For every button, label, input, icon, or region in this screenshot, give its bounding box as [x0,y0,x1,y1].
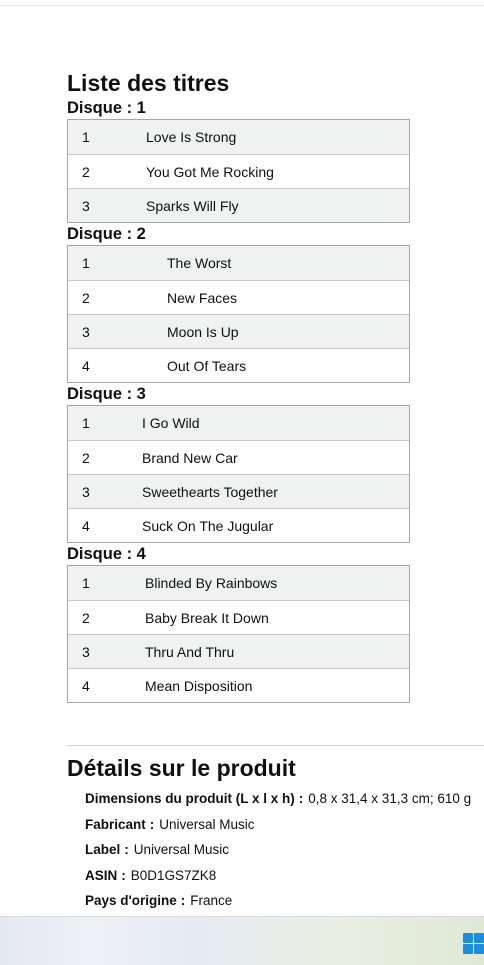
detail-label: ASIN [85,867,118,883]
product-details-section: Détails sur le produit Dimensions du pro… [67,754,484,914]
track-table: 1 The Worst 2 New Faces 3 Moon Is Up 4 O… [67,245,410,383]
disc-1: Disque : 1 1 Love Is Strong 2 You Got Me… [67,97,484,223]
track-table: 1 Love Is Strong 2 You Got Me Rocking 3 … [67,119,410,223]
track-row: 4 Mean Disposition [68,668,409,702]
detail-separator: : [298,791,304,806]
track-row: 1 Blinded By Rainbows [68,566,409,600]
track-number: 4 [82,357,90,374]
detail-separator: : [124,842,129,857]
track-row: 2 New Faces [68,280,409,314]
track-title: Moon Is Up [167,323,239,340]
track-row: 1 Love Is Strong [68,120,409,154]
detail-value: France [190,893,233,908]
track-number: 4 [82,677,90,694]
track-number: 2 [82,289,90,306]
disc-title: Disque : 4 [67,545,146,563]
track-row: 3 Thru And Thru [68,634,409,668]
tracklist-title: Liste des titres [67,70,230,96]
detail-label: Pays d'origine [85,893,177,908]
detail-country: Pays d'origine: France [85,888,484,914]
disc-title: Disque : 3 [67,385,146,403]
track-number: 2 [82,449,90,466]
track-title: Suck On The Jugular [142,517,274,534]
track-title: Sparks Will Fly [146,197,239,214]
detail-label: Dimensions du produit (L x l x h) [85,791,295,806]
track-number: 3 [82,643,90,660]
track-row: 2 Brand New Car [68,440,409,474]
track-title: Thru And Thru [145,643,235,660]
detail-dimensions: Dimensions du produit (L x l x h):0,8 x … [85,786,484,812]
detail-value: Universal Music [159,816,255,832]
detail-asin: ASIN: B0D1GS7ZK8 [85,863,484,889]
track-row: 2 You Got Me Rocking [68,154,409,188]
track-number: 1 [82,575,90,591]
detail-manufacturer: Fabricant: Universal Music [85,812,484,838]
disc-title: Disque : 1 [67,99,146,117]
track-title: Love Is Strong [146,129,237,145]
disc-title: Disque : 2 [67,225,146,243]
detail-separator: : [180,893,186,908]
track-title: Baby Break It Down [145,609,269,626]
track-row: 1 I Go Wild [68,406,409,440]
track-number: 1 [82,415,90,431]
track-number: 1 [82,129,90,145]
detail-separator: : [121,867,126,883]
section-divider [67,745,484,746]
track-number: 4 [82,517,90,534]
track-row: 1 The Worst [68,246,409,280]
track-row: 3 Sparks Will Fly [68,188,409,222]
taskbar [0,916,484,965]
disc-3: Disque : 3 1 I Go Wild 2 Brand New Car 3… [67,383,484,543]
detail-separator: : [149,816,155,832]
track-number: 3 [82,197,90,214]
page: Liste des titres Disque : 1 1 Love Is St… [0,0,484,965]
track-title: I Go Wild [142,415,200,431]
windows-start-icon[interactable] [463,933,484,954]
track-title: New Faces [167,289,238,306]
detail-label-company: Label: Universal Music [85,837,484,863]
detail-value: B0D1GS7ZK8 [130,867,217,883]
track-row: 4 Out Of Tears [68,348,409,382]
detail-value: Universal Music [133,842,230,857]
track-row: 2 Baby Break It Down [68,600,409,634]
tracklist-section: Liste des titres Disque : 1 1 Love Is St… [67,69,484,703]
track-title: The Worst [167,255,232,271]
track-row: 3 Moon Is Up [68,314,409,348]
track-number: 3 [82,323,90,340]
detail-label: Label [85,842,121,857]
track-number: 1 [82,255,90,271]
product-details-title: Détails sur le produit [67,755,296,781]
track-number: 2 [82,163,90,180]
detail-label: Fabricant [85,816,146,832]
track-title: Blinded By Rainbows [145,575,278,591]
detail-value: 0,8 x 31,4 x 31,3 cm; 610 g [308,791,472,806]
track-number: 2 [82,609,90,626]
track-title: You Got Me Rocking [146,163,274,180]
track-title: Out Of Tears [167,357,247,374]
product-details-list: Dimensions du produit (L x l x h):0,8 x … [67,786,484,914]
track-number: 3 [82,483,90,500]
track-row: 3 Sweethearts Together [68,474,409,508]
track-title: Brand New Car [142,449,238,466]
track-table: 1 I Go Wild 2 Brand New Car 3 Sweetheart… [67,405,410,543]
disc-2: Disque : 2 1 The Worst 2 New Faces 3 Moo… [67,223,484,383]
track-table: 1 Blinded By Rainbows 2 Baby Break It Do… [67,565,410,703]
track-title: Sweethearts Together [142,483,278,500]
track-title: Mean Disposition [145,677,253,694]
top-divider [0,5,484,6]
track-row: 4 Suck On The Jugular [68,508,409,542]
disc-4: Disque : 4 1 Blinded By Rainbows 2 Baby … [67,543,484,703]
